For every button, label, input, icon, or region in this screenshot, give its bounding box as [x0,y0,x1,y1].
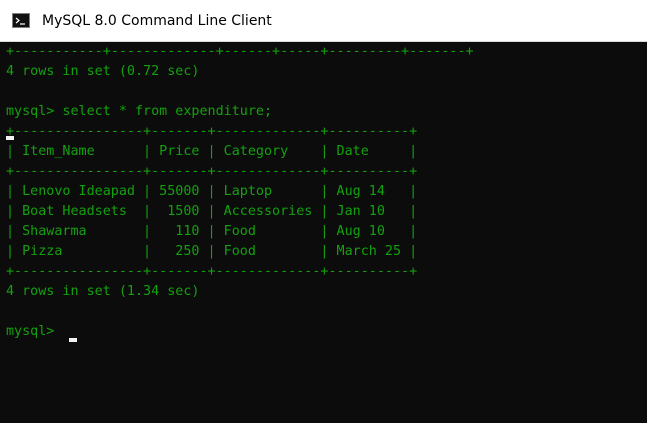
title-bar[interactable]: MySQL 8.0 Command Line Client [0,0,647,42]
console-line: mysql> select * from expenditure; [6,104,273,119]
console-line: 4 rows in set (0.72 sec) [6,64,200,79]
console-line: 4 rows in set (1.34 sec) [6,284,200,299]
text-cursor [69,338,77,342]
console-prompt: mysql> [6,324,63,339]
console-line: +----------------+-------+-------------+… [6,124,418,139]
console-output[interactable]: +-----------+-------------+------+-----+… [0,42,647,423]
text-cursor [6,136,14,140]
console-line: | Boat Headsets | 1500 | Accessories | J… [6,204,418,219]
window-title: MySQL 8.0 Command Line Client [42,13,272,29]
console-line: +-----------+-------------+------+-----+… [6,44,474,59]
console-line: | Item_Name | Price | Category | Date | [6,144,418,159]
console-line: | Lenovo Ideapad | 55000 | Laptop | Aug … [6,184,418,199]
console-line: +----------------+-------+-------------+… [6,264,418,279]
console-scroll-area[interactable] [640,42,647,423]
console-line: | Shawarma | 110 | Food | Aug 10 | [6,224,418,239]
mysql-command-line-window[interactable]: MySQL 8.0 Command Line Client +---------… [0,0,647,423]
terminal-icon [12,13,30,28]
console-line: +----------------+-------+-------------+… [6,164,418,179]
console-line: | Pizza | 250 | Food | March 25 | [6,244,418,259]
